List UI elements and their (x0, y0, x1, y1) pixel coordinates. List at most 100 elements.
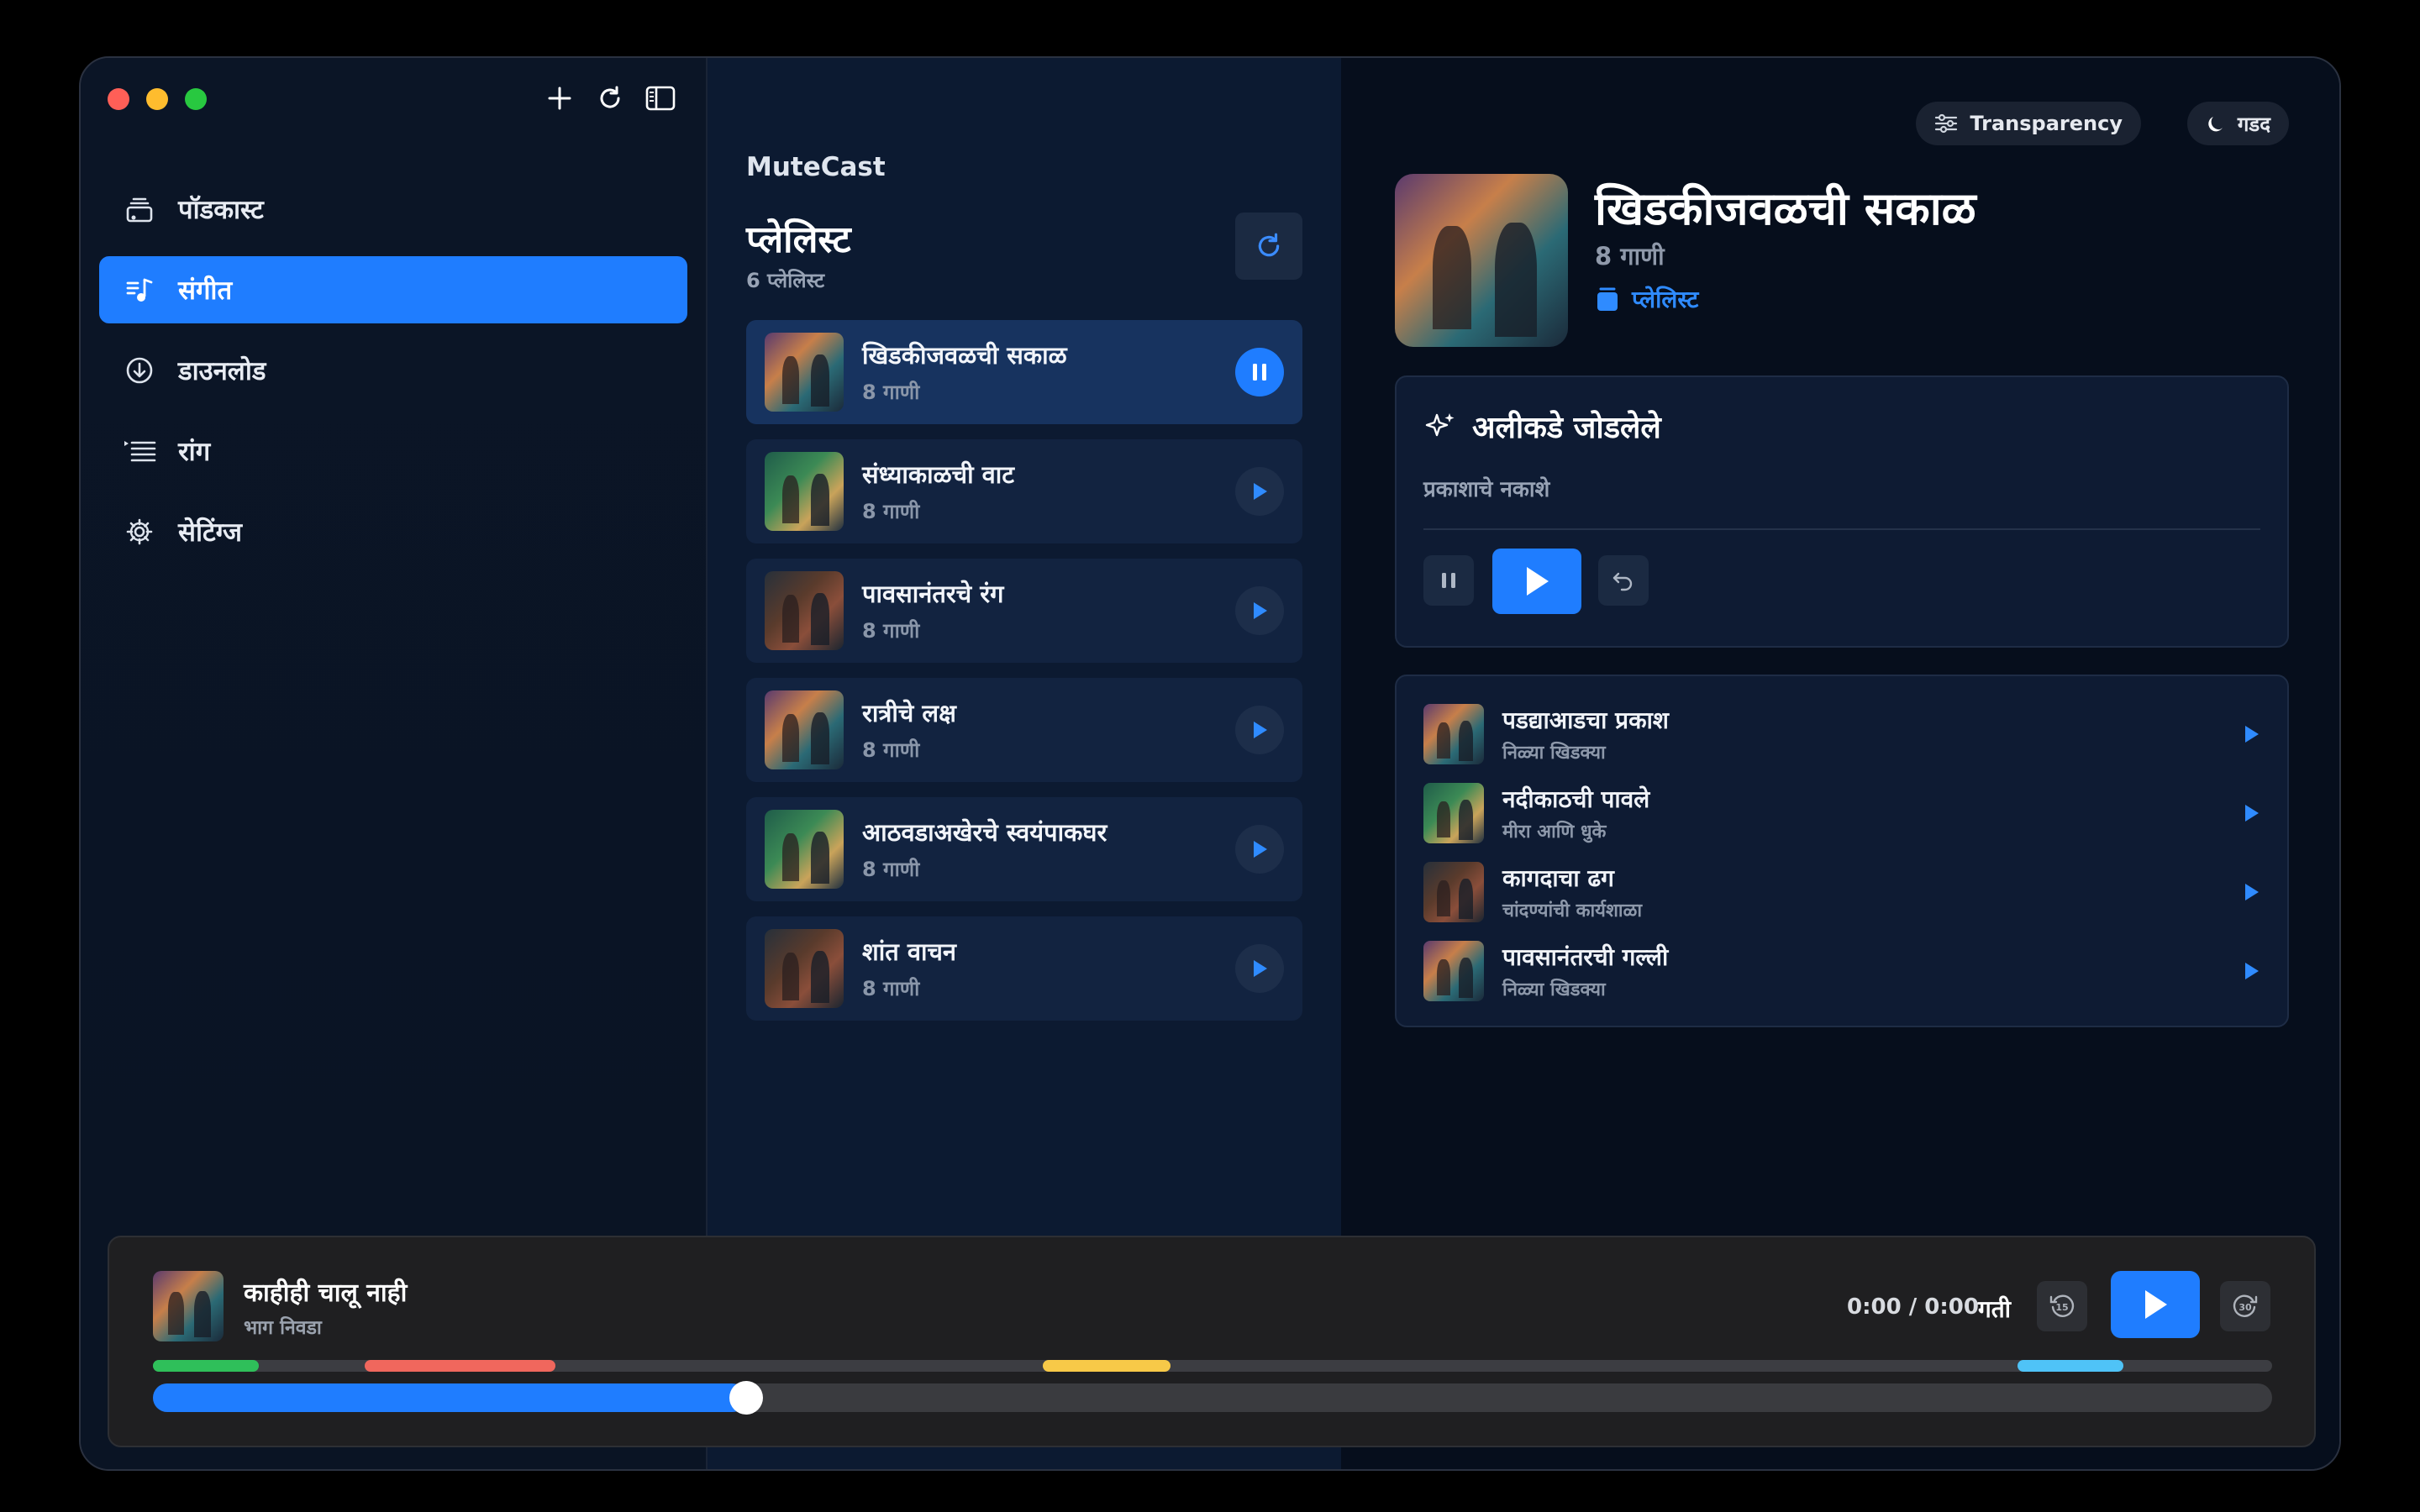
play-icon[interactable] (2242, 724, 2260, 744)
sidebar-toggle-icon[interactable] (645, 83, 676, 113)
track-title: नदीकाठची पावले (1502, 785, 1650, 813)
track-list-card: पडद्याआडचा प्रकाश निळ्या खिडक्या नदीकाठच… (1395, 675, 2289, 1027)
play-button[interactable] (1235, 586, 1284, 635)
playlist-artwork (765, 929, 844, 1008)
queue-list-icon (123, 434, 156, 468)
playlist-artwork (765, 333, 844, 412)
undo-button[interactable] (1598, 555, 1649, 606)
playlist-item[interactable]: संध्याकाळची वाट 8 गाणी (746, 439, 1302, 543)
play-icon[interactable] (2242, 882, 2260, 902)
playlist-artwork (765, 690, 844, 769)
progress-fill (153, 1383, 747, 1412)
track-title: पडद्याआडचा प्रकाश (1502, 706, 1669, 734)
zoom-window-button[interactable] (185, 88, 207, 110)
gear-icon (123, 515, 156, 549)
playlist-name: पावसानंतरचे रंग (862, 580, 1004, 608)
chapter-marker[interactable] (1043, 1360, 1171, 1372)
playlist-item[interactable]: आठवडाअखेरचे स्वयंपाकघर 8 गाणी (746, 797, 1302, 901)
track-row[interactable]: कागदाचा ढग चांदण्यांची कार्यशाळा (1397, 853, 2287, 932)
pause-button[interactable] (1423, 555, 1474, 606)
chapter-marker[interactable] (365, 1360, 556, 1372)
playlist-name: शांत वाचन (862, 937, 957, 966)
playlist-song-count: 8 गाणी (1595, 242, 1665, 270)
pause-icon (1442, 573, 1455, 588)
app-window: पॉडकास्ट संगीत डाउनलोड रांग सेटिंग्ज Mut… (79, 56, 2341, 1471)
recently-added-subtitle: प्रकाशाचे नकाशे (1423, 477, 1550, 502)
sidebar-item-label: पॉडकास्ट (178, 195, 264, 225)
app-name: MuteCast (746, 152, 886, 182)
play-icon (1254, 602, 1267, 619)
playlist-item[interactable]: पावसानंतरचे रंग 8 गाणी (746, 559, 1302, 663)
pause-icon (1253, 364, 1266, 381)
track-row[interactable]: पडद्याआडचा प्रकाश निळ्या खिडक्या (1397, 695, 2287, 774)
minimize-window-button[interactable] (146, 88, 168, 110)
add-icon[interactable] (544, 83, 575, 113)
chapter-marker[interactable] (2018, 1360, 2124, 1372)
sidebar-item-downloads[interactable]: डाउनलोड (99, 337, 687, 404)
skip-back-15-icon: 15 (2049, 1294, 2075, 1317)
track-artwork (1423, 941, 1484, 1001)
playlist-name: संध्याकाळची वाट (862, 460, 1014, 489)
playlist-song-count: 8 गाणी (862, 619, 920, 643)
sidebar-item-music[interactable]: संगीत (99, 256, 687, 323)
playlist-artwork (765, 810, 844, 889)
playlist-song-count: 8 गाणी (862, 858, 920, 881)
sidebar-item-label: संगीत (178, 276, 233, 306)
playlist-item[interactable]: शांत वाचन 8 गाणी (746, 916, 1302, 1021)
track-row[interactable]: पावसानंतरची गल्ली निळ्या खिडक्या (1397, 932, 2287, 1011)
pause-button[interactable] (1235, 348, 1284, 396)
playlist-song-count: 8 गाणी (862, 738, 920, 762)
svg-text:15: 15 (2055, 1302, 2068, 1313)
now-playing-bar: काहीही चालू नाही भाग निवडा 0:00 / 0:00 ग… (108, 1236, 2316, 1447)
play-icon (1527, 567, 1549, 596)
sidebar-item-queue[interactable]: रांग (99, 417, 687, 485)
sliders-icon (1935, 113, 1958, 134)
track-artist: निळ्या खिडक्या (1502, 979, 1606, 1000)
playlist-artwork (765, 452, 844, 531)
playlist-item[interactable]: रात्रीचे लक्ष 8 गाणी (746, 678, 1302, 782)
recently-added-label: अलीकडे जोडलेले (1472, 411, 1661, 445)
window-controls (108, 88, 207, 110)
transparency-button[interactable]: Transparency (1916, 102, 2141, 145)
refresh-playlists-button[interactable] (1235, 213, 1302, 280)
track-artist: मीरा आणि धुके (1502, 822, 1607, 843)
speed-button[interactable]: गती (1978, 1293, 2011, 1325)
theme-toggle-button[interactable]: गडद (2186, 102, 2289, 145)
playlist-hero-artwork (1395, 174, 1568, 347)
playlist-item[interactable]: खिडकीजवळची सकाळ 8 गाणी (746, 320, 1302, 424)
progress-knob[interactable] (729, 1381, 764, 1415)
playlist-name: रात्रीचे लक्ष (862, 699, 956, 727)
track-row[interactable]: नदीकाठची पावले मीरा आणि धुके (1397, 774, 2287, 853)
playlist-type-link[interactable]: प्लेलिस्ट (1595, 283, 1698, 315)
play-icon[interactable] (2242, 961, 2260, 981)
play-button[interactable] (1235, 467, 1284, 516)
playlist-list: खिडकीजवळची सकाळ 8 गाणी संध्याकाळची वाट 8… (746, 320, 1302, 1036)
transparency-label: Transparency (1970, 112, 2123, 135)
skip-forward-30-button[interactable]: 30 (2220, 1281, 2270, 1331)
refresh-icon[interactable] (595, 83, 625, 113)
play-icon[interactable] (2242, 803, 2260, 823)
track-artist: निळ्या खिडक्या (1502, 743, 1606, 764)
chapter-marker[interactable] (153, 1360, 260, 1372)
now-playing-subtitle: भाग निवडा (244, 1317, 322, 1339)
sidebar-item-settings[interactable]: सेटिंग्ज (99, 498, 687, 565)
play-icon (1254, 722, 1267, 738)
close-window-button[interactable] (108, 88, 129, 110)
play-button[interactable] (1235, 944, 1284, 993)
playlist-type-label: प्लेलिस्ट (1632, 286, 1699, 313)
refresh-icon (1258, 233, 1280, 257)
sidebar-nav: पॉडकास्ट संगीत डाउनलोड रांग सेटिंग्ज (99, 176, 687, 579)
play-button[interactable] (1492, 549, 1581, 614)
svg-text:30: 30 (2238, 1302, 2252, 1313)
progress-slider[interactable] (153, 1381, 2272, 1415)
play-button[interactable] (1235, 706, 1284, 754)
play-button[interactable] (1235, 825, 1284, 874)
play-icon (1254, 483, 1267, 500)
music-note-icon (123, 273, 156, 307)
track-title: पावसानंतरची गल्ली (1502, 943, 1669, 971)
skip-forward-30-icon: 30 (2233, 1294, 2258, 1317)
main-play-button[interactable] (2111, 1271, 2200, 1338)
sidebar-item-podcasts[interactable]: पॉडकास्ट (99, 176, 687, 243)
skip-back-15-button[interactable]: 15 (2037, 1281, 2087, 1331)
recently-added-card: अलीकडे जोडलेले प्रकाशाचे नकाशे (1395, 375, 2289, 648)
